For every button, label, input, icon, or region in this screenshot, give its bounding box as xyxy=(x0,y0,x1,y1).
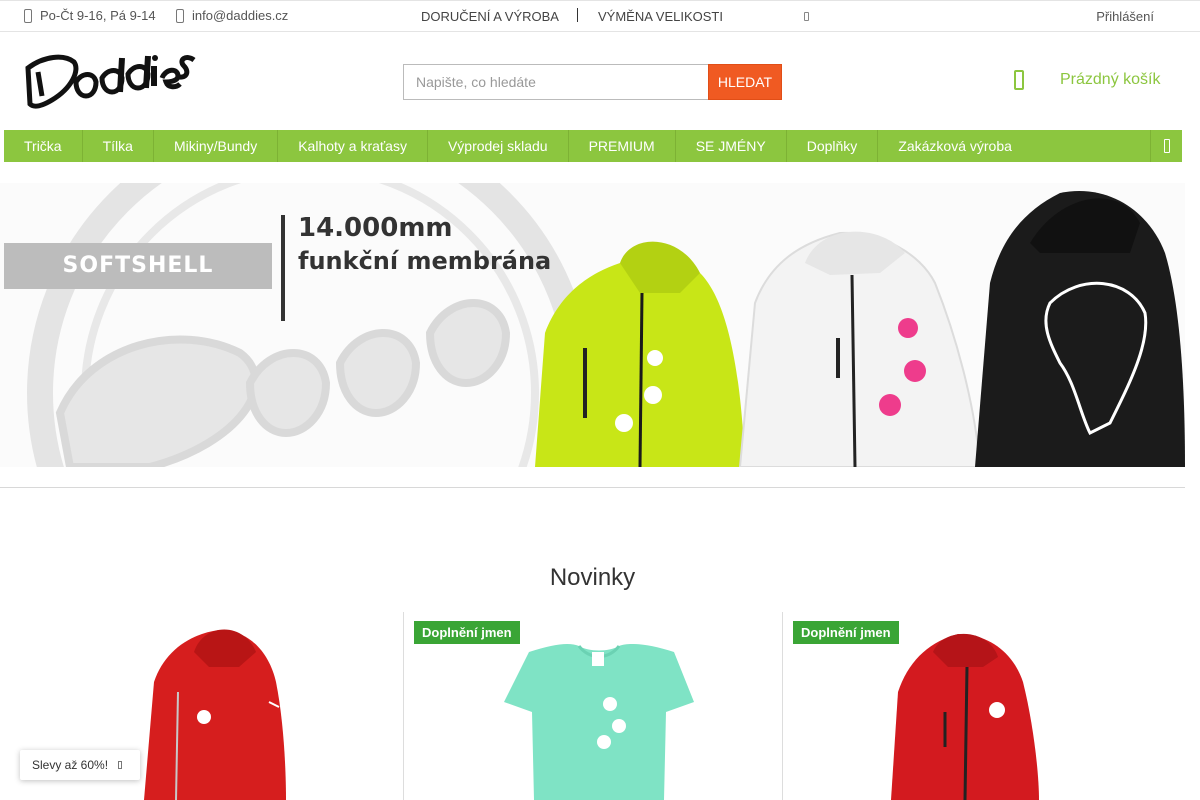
opening-hours-text: Po-Čt 9-16, Pá 9-14 xyxy=(40,8,156,23)
banner-subheadline: funkční membrána xyxy=(298,247,552,275)
email-text[interactable]: info@daddies.cz xyxy=(192,8,288,23)
daddies-logo[interactable] xyxy=(24,48,196,112)
chevron-icon[interactable] xyxy=(118,761,123,769)
section-title: Novinky xyxy=(549,564,636,591)
banner-bottom-border xyxy=(0,487,1185,488)
banner-artwork xyxy=(27,183,1185,467)
menu-more-icon xyxy=(1164,139,1170,153)
menu-item-kalhoty[interactable]: Kalhoty a kraťasy xyxy=(278,130,428,162)
search-button[interactable]: HLEDAT xyxy=(708,64,782,100)
jacket-white xyxy=(738,231,982,467)
cart-label[interactable]: Prázdný košík xyxy=(1060,71,1160,89)
menu-item-tilka[interactable]: Tílka xyxy=(83,130,154,162)
mail-icon xyxy=(176,8,184,23)
phone-icon xyxy=(24,8,32,23)
top-bar: Po-Čt 9-16, Pá 9-14 info@daddies.cz DORU… xyxy=(0,0,1200,32)
cart-icon[interactable] xyxy=(1014,70,1024,90)
contact-email[interactable]: info@daddies.cz xyxy=(176,8,288,23)
product-grid: Doplnění jmen Doplnění jmen xyxy=(24,612,1174,800)
discount-label[interactable]: Slevy až 60%! xyxy=(32,758,108,772)
delivery-link[interactable]: DORUČENÍ A VÝROBA xyxy=(421,9,559,24)
logo-wordmark xyxy=(25,54,196,109)
hero-banner[interactable]: SOFTSHELL 14.000mm funkční membrána xyxy=(0,183,1185,467)
banner-divider xyxy=(281,215,285,321)
menu-item-vyprodej[interactable]: Výprodej skladu xyxy=(428,130,569,162)
product-badge: Doplnění jmen xyxy=(793,621,899,644)
opening-hours: Po-Čt 9-16, Pá 9-14 xyxy=(24,8,156,23)
banner-headline: 14.000mm xyxy=(298,213,453,243)
menu-item-zakazkova-vyroba[interactable]: Zakázková výroba xyxy=(878,130,1032,162)
menu-item-tricka[interactable]: Trička xyxy=(4,130,83,162)
search-form: HLEDAT xyxy=(403,64,782,100)
product-card[interactable]: Doplnění jmen xyxy=(782,612,1161,800)
menu-item-doplnky[interactable]: Doplňky xyxy=(787,130,879,162)
search-input[interactable] xyxy=(403,64,708,100)
main-menu: Trička Tílka Mikiny/Bundy Kalhoty a krať… xyxy=(4,130,1182,162)
product-badge: Doplnění jmen xyxy=(414,621,520,644)
discount-tab[interactable]: Slevy až 60%! xyxy=(20,750,140,780)
menu-more-button[interactable] xyxy=(1150,130,1182,162)
login-link[interactable]: Přihlášení xyxy=(1096,9,1154,24)
menu-item-se-jmeny[interactable]: SE JMÉNY xyxy=(676,130,787,162)
product-card[interactable]: Doplnění jmen xyxy=(403,612,782,800)
menu-item-mikiny-bundy[interactable]: Mikiny/Bundy xyxy=(154,130,279,162)
cart[interactable]: Prázdný košík xyxy=(1014,70,1160,90)
size-exchange-link[interactable]: VÝMĚNA VELIKOSTI xyxy=(598,9,723,24)
dropdown-icon[interactable] xyxy=(804,12,809,21)
menu-item-premium[interactable]: PREMIUM xyxy=(569,130,676,162)
banner-label: SOFTSHELL xyxy=(4,243,272,289)
jacket-black xyxy=(975,191,1185,467)
divider xyxy=(577,5,579,21)
